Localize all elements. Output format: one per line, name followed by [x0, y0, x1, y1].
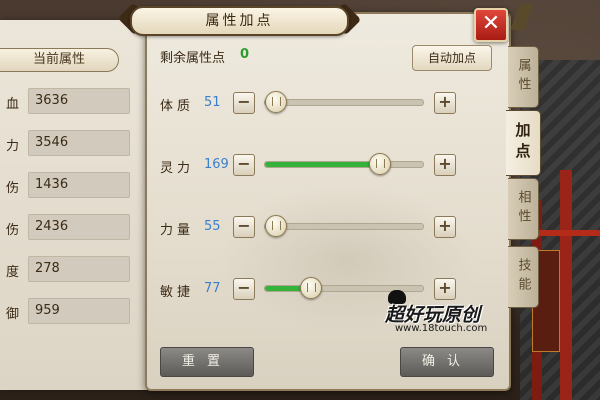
current-attributes-panel: 当前属性 血 3636 力 3546 伤 1436 伤 2436 度 278 御… [0, 20, 152, 390]
slider-handle[interactable] [299, 277, 322, 299]
stat-row: 御 959 [0, 298, 150, 324]
stat-value: 278 [35, 261, 60, 276]
dialog-title: 属性加点 [130, 6, 349, 36]
stat-box: 3636 [28, 88, 130, 114]
background-pillar [560, 170, 572, 400]
increase-button[interactable]: + [434, 154, 456, 176]
stat-value: 959 [35, 303, 60, 318]
stat-label: 伤 [6, 181, 20, 196]
stat-label: 伤 [6, 223, 20, 238]
attribute-value: 51 [204, 95, 221, 110]
decrease-button[interactable]: − [233, 278, 255, 300]
stat-row: 力 3546 [0, 130, 150, 156]
tab-affinity[interactable]: 相性 [508, 178, 539, 240]
increase-button[interactable]: + [434, 278, 456, 300]
reset-button[interactable]: 重置 [160, 347, 254, 377]
stat-box: 2436 [28, 214, 130, 240]
attribute-label: 敏捷 [160, 285, 195, 300]
increase-button[interactable]: + [434, 92, 456, 114]
slider-handle[interactable] [265, 215, 287, 237]
slider-handle[interactable] [265, 91, 287, 113]
remaining-points-label: 剩余属性点 [160, 51, 226, 66]
attribute-slider[interactable] [264, 91, 424, 113]
decrease-button[interactable]: − [233, 92, 255, 114]
attribute-slider[interactable] [264, 215, 424, 237]
decrease-button[interactable]: − [233, 216, 255, 238]
decrease-button[interactable]: − [233, 154, 255, 176]
increase-button[interactable]: + [434, 216, 456, 238]
stat-label: 御 [6, 307, 20, 322]
stat-value: 3546 [35, 135, 69, 150]
attribute-value: 77 [204, 281, 221, 296]
stat-box: 959 [28, 298, 130, 324]
stat-value: 3636 [35, 93, 69, 108]
stat-row: 伤 1436 [0, 172, 150, 198]
remaining-points-value: 0 [240, 47, 250, 62]
attribute-value: 55 [204, 219, 221, 234]
stat-label: 血 [6, 97, 20, 112]
tab-attributes[interactable]: 属性 [508, 46, 539, 108]
stat-value: 1436 [35, 177, 69, 192]
watermark-url: www.18touch.com [395, 323, 488, 334]
stat-label: 力 [6, 139, 20, 154]
auto-allocate-button[interactable]: 自动加点 [412, 45, 492, 71]
tab-add-points[interactable]: 加点 [506, 110, 541, 176]
attribute-slider[interactable] [264, 153, 424, 175]
attribute-label: 力量 [160, 223, 195, 238]
stat-value: 2436 [35, 219, 69, 234]
tab-skills[interactable]: 技能 [508, 246, 539, 308]
stat-label: 度 [6, 265, 20, 280]
stat-box: 1436 [28, 172, 130, 198]
attribute-value: 169 [204, 157, 229, 172]
current-attributes-header: 当前属性 [0, 48, 119, 72]
slider-fill [265, 162, 379, 167]
confirm-button[interactable]: 确认 [400, 347, 494, 377]
stat-row: 血 3636 [0, 88, 150, 114]
stat-box: 278 [28, 256, 130, 282]
attribute-label: 灵力 [160, 161, 195, 176]
stat-row: 度 278 [0, 256, 150, 282]
slider-handle[interactable] [368, 153, 391, 175]
close-button[interactable]: ✕ [474, 8, 508, 42]
attribute-label: 体质 [160, 99, 195, 114]
stat-box: 3546 [28, 130, 130, 156]
stat-row: 伤 2436 [0, 214, 150, 240]
